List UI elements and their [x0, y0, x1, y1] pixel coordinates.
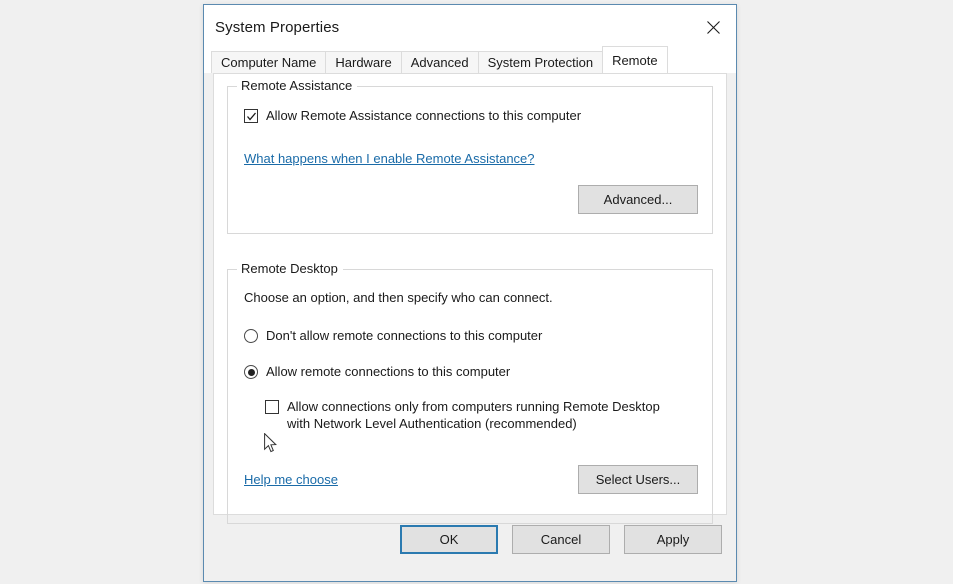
radio-dont-allow-remote-connections[interactable] [244, 329, 258, 343]
cancel-button[interactable]: Cancel [512, 524, 610, 554]
nla-checkbox-row[interactable]: Allow connections only from computers ru… [265, 398, 696, 432]
ok-button[interactable]: OK [400, 524, 498, 554]
radio-row-allow[interactable]: Allow remote connections to this compute… [244, 363, 696, 380]
radio-allow-remote-connections[interactable] [244, 365, 258, 379]
tab-advanced[interactable]: Advanced [400, 51, 479, 73]
remote-desktop-intro-text: Choose an option, and then specify who c… [244, 290, 553, 305]
advanced-button-row: Advanced... [244, 185, 698, 214]
remote-desktop-group-title: Remote Desktop [237, 261, 343, 276]
nla-label-line2: with Network Level Authentication (recom… [287, 416, 577, 431]
remote-assistance-body: Allow Remote Assistance connections to t… [228, 87, 712, 228]
allow-remote-assistance-label: Allow Remote Assistance connections to t… [266, 108, 582, 123]
radio-selected-dot [247, 368, 255, 376]
remote-assistance-help-link-row: What happens when I enable Remote Assist… [244, 150, 696, 168]
close-button[interactable] [691, 5, 736, 49]
tab-system-protection[interactable]: System Protection [477, 51, 604, 73]
checkmark-icon [246, 111, 257, 122]
help-me-choose-link[interactable]: Help me choose [244, 472, 338, 487]
remote-desktop-bottom-row: Help me choose Select Users... [244, 465, 698, 494]
tab-computer-name[interactable]: Computer Name [211, 51, 327, 73]
tab-remote[interactable]: Remote [602, 46, 668, 73]
advanced-button[interactable]: Advanced... [578, 185, 698, 214]
remote-desktop-body: Choose an option, and then specify who c… [228, 270, 712, 508]
allow-remote-assistance-checkbox[interactable] [244, 109, 258, 123]
remote-assistance-group: Remote Assistance Allow Remote Assistanc… [227, 78, 713, 234]
apply-button[interactable]: Apply [624, 524, 722, 554]
window-title: System Properties [215, 18, 340, 36]
radio-row-deny[interactable]: Don't allow remote connections to this c… [244, 327, 696, 344]
title-bar: System Properties [204, 5, 736, 49]
remote-tab-panel: Remote Assistance Allow Remote Assistanc… [213, 73, 727, 524]
remote-desktop-group: Remote Desktop Choose an option, and the… [227, 261, 713, 524]
nla-checkbox[interactable] [265, 400, 279, 414]
screen: System Properties Computer Name Hardware… [0, 0, 953, 584]
tab-strip: Computer Name Hardware Advanced System P… [204, 46, 736, 73]
remote-assistance-group-title: Remote Assistance [237, 78, 358, 93]
nla-label: Allow connections only from computers ru… [287, 398, 660, 432]
allow-remote-assistance-checkbox-row[interactable]: Allow Remote Assistance connections to t… [244, 107, 696, 124]
nla-label-line1: Allow connections only from computers ru… [287, 399, 660, 414]
system-properties-dialog: System Properties Computer Name Hardware… [203, 4, 737, 582]
remote-assistance-help-link[interactable]: What happens when I enable Remote Assist… [244, 151, 535, 166]
tab-hardware[interactable]: Hardware [325, 51, 402, 73]
select-users-button[interactable]: Select Users... [578, 465, 698, 494]
close-icon [706, 20, 721, 35]
radio-dont-allow-label: Don't allow remote connections to this c… [266, 328, 543, 343]
radio-allow-label: Allow remote connections to this compute… [266, 364, 511, 379]
